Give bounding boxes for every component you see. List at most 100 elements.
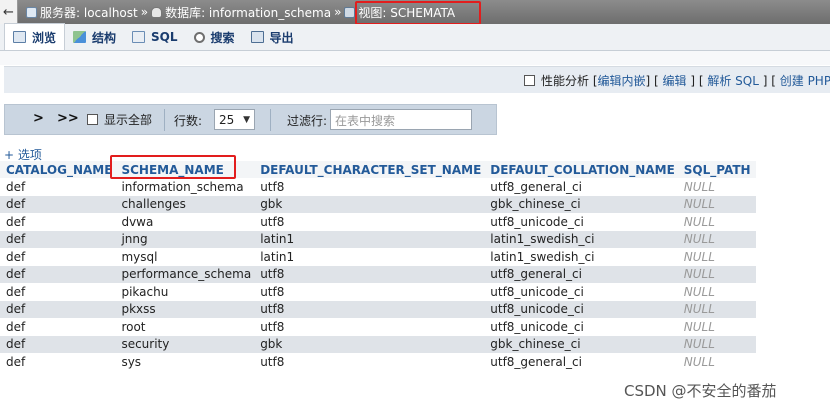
table-row[interactable]: def challenges gbk gbk_chinese_ci NULL — [0, 195, 756, 213]
tab-export-label: 导出 — [269, 30, 294, 45]
chevron-down-icon: ▼ — [243, 114, 250, 125]
table-cell: jnng — [115, 230, 255, 248]
table-cell: gbk_chinese_ci — [484, 335, 678, 353]
table-cell: utf8 — [254, 300, 485, 318]
table-cell: NULL — [677, 283, 756, 301]
table-cell: latin1_swedish_ci — [484, 230, 678, 248]
tab-structure[interactable]: 结构 — [65, 24, 124, 50]
tab-bar: 浏览 结构 SQL 搜索 导出 — [0, 23, 830, 51]
breadcrumb-server[interactable]: 服务器: localhost — [40, 4, 138, 21]
breadcrumb-separator: » — [140, 5, 149, 19]
table-cell: def — [0, 265, 116, 283]
database-icon — [151, 6, 163, 18]
table-cell: utf8_general_ci — [484, 178, 678, 196]
column-header-default-character-set-name[interactable]: DEFAULT_CHARACTER_SET_NAME — [254, 161, 485, 178]
table-cell: utf8 — [254, 265, 485, 283]
rows-label: 行数: — [174, 114, 203, 128]
search-icon — [193, 31, 205, 43]
table-cell: utf8 — [254, 283, 485, 301]
rows-select[interactable]: 25 ▼ — [214, 109, 255, 130]
tab-sql[interactable]: SQL — [124, 24, 186, 50]
table-row[interactable]: def jnng latin1 latin1_swedish_ci NULL — [0, 230, 756, 248]
table-cell: NULL — [677, 248, 756, 266]
table-row[interactable]: def pikachu utf8 utf8_unicode_ci NULL — [0, 283, 756, 301]
table-cell: def — [0, 230, 116, 248]
table-cell: utf8 — [254, 318, 485, 336]
table-cell: latin1 — [254, 248, 485, 266]
collapsed-query-strip — [0, 51, 830, 65]
table-row[interactable]: def dvwa utf8 utf8_unicode_ci NULL — [0, 213, 756, 231]
structure-icon — [73, 31, 87, 43]
query-options-panel: 性能分析 [编辑内嵌] [ 编辑 ] [ 解析 SQL ] [ 创建 PHP 代… — [4, 66, 830, 93]
divider — [164, 109, 165, 131]
rows-select-value: 25 — [219, 112, 235, 127]
table-cell: pkxss — [115, 300, 255, 318]
table-cell: root — [115, 318, 255, 336]
table-row[interactable]: def root utf8 utf8_unicode_ci NULL — [0, 318, 756, 336]
table-cell: def — [0, 178, 116, 196]
table-cell: utf8 — [254, 213, 485, 231]
tab-browse[interactable]: 浏览 — [4, 23, 66, 50]
navigation-panel: > >> 显示全部 行数: 25 ▼ 过滤行: 在表中搜索 — [4, 104, 497, 135]
table-cell: def — [0, 248, 116, 266]
profiling-checkbox[interactable] — [524, 75, 535, 86]
column-header-sql-path[interactable]: SQL_PATH — [677, 161, 756, 178]
server-icon — [26, 6, 37, 18]
table-cell: def — [0, 195, 116, 213]
create-php-link[interactable]: 创建 PHP 代码 — [780, 72, 830, 89]
table-cell: dvwa — [115, 213, 255, 231]
table-cell: NULL — [677, 213, 756, 231]
next-page-button[interactable]: > — [33, 111, 44, 126]
table-cell: NULL — [677, 265, 756, 283]
table-cell: def — [0, 353, 116, 371]
back-arrow-icon[interactable]: ← — [0, 0, 18, 24]
highlight-box-view — [355, 1, 481, 25]
table-cell: pikachu — [115, 283, 255, 301]
table-cell: utf8 — [254, 178, 485, 196]
tab-export[interactable]: 导出 — [243, 24, 302, 50]
table-cell: latin1 — [254, 230, 485, 248]
watermark: CSDN @不安全的番茄 — [624, 382, 777, 400]
table-cell: NULL — [677, 178, 756, 196]
table-row[interactable]: def mysql latin1 latin1_swedish_ci NULL — [0, 248, 756, 266]
filter-input[interactable]: 在表中搜索 — [330, 109, 472, 130]
explain-sql-link[interactable]: 解析 SQL — [707, 72, 759, 89]
table-cell: NULL — [677, 335, 756, 353]
table-cell: def — [0, 300, 116, 318]
tab-browse-label: 浏览 — [32, 30, 57, 45]
show-all-checkbox[interactable] — [87, 114, 98, 125]
table-row[interactable]: def security gbk gbk_chinese_ci NULL — [0, 335, 756, 353]
column-header-catalog-name[interactable]: CATALOG_NAME — [0, 161, 116, 178]
table-cell: NULL — [677, 318, 756, 336]
filter-label: 过滤行: — [287, 114, 328, 128]
table-row[interactable]: def sys utf8 utf8_general_ci NULL — [0, 353, 756, 371]
table-cell: challenges — [115, 195, 255, 213]
last-page-button[interactable]: >> — [57, 111, 79, 126]
table-cell: security — [115, 335, 255, 353]
table-cell: def — [0, 213, 116, 231]
sql-icon — [132, 31, 146, 43]
table-cell: def — [0, 318, 116, 336]
table-cell: utf8_unicode_ci — [484, 318, 678, 336]
breadcrumb-database[interactable]: 数据库: information_schema — [165, 4, 331, 21]
table-cell: def — [0, 283, 116, 301]
edit-link[interactable]: 编辑 — [663, 72, 687, 89]
column-header-default-collation-name[interactable]: DEFAULT_COLLATION_NAME — [484, 161, 678, 178]
browse-icon — [13, 31, 26, 43]
tab-sql-label: SQL — [151, 30, 178, 44]
table-row[interactable]: def pkxss utf8 utf8_unicode_ci NULL — [0, 300, 756, 318]
table-row[interactable]: def information_schema utf8 utf8_general… — [0, 178, 756, 196]
table-cell: information_schema — [115, 178, 255, 196]
table-cell: NULL — [677, 300, 756, 318]
table-cell: gbk — [254, 335, 485, 353]
divider — [270, 109, 271, 131]
results-table: CATALOG_NAME SCHEMA_NAME DEFAULT_CHARACT… — [0, 161, 756, 371]
breadcrumb-separator: » — [334, 5, 342, 19]
inline-edit-link[interactable]: 编辑内嵌 — [598, 72, 646, 89]
table-cell: def — [0, 335, 116, 353]
tab-search[interactable]: 搜索 — [186, 24, 243, 50]
export-icon — [250, 31, 264, 43]
table-cell: NULL — [677, 195, 756, 213]
table-cell: performance_schema — [115, 265, 255, 283]
table-row[interactable]: def performance_schema utf8 utf8_general… — [0, 265, 756, 283]
